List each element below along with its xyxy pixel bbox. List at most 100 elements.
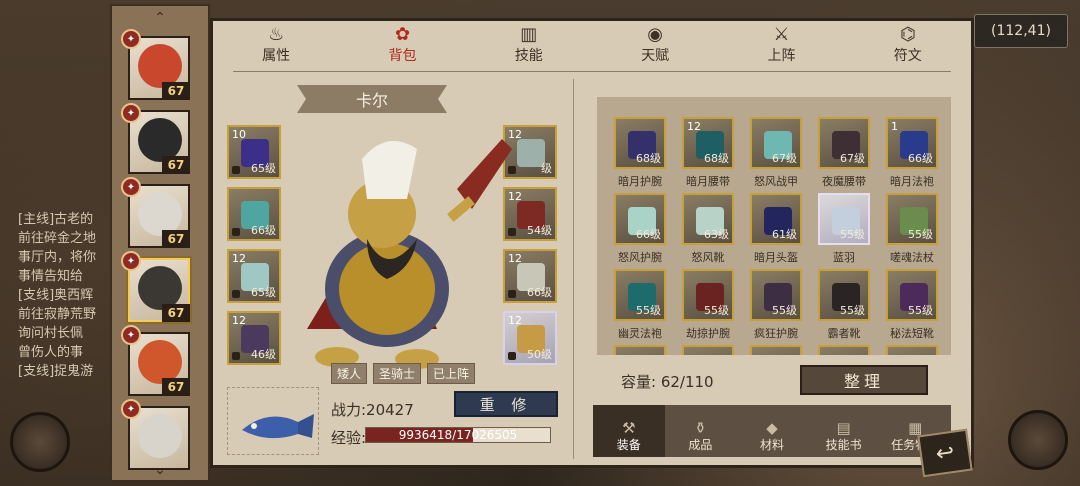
item-level: 55级 bbox=[908, 304, 933, 317]
hero-tags: 矮人 圣骑士 已上阵 bbox=[331, 363, 476, 384]
inventory-item[interactable] bbox=[675, 345, 741, 355]
enhance-count: 10 bbox=[232, 128, 246, 141]
inventory-item[interactable]: 68级 暗月护腕 bbox=[607, 117, 673, 191]
category-tab-potion[interactable]: ⚱ 成品 bbox=[665, 405, 737, 457]
inventory-item[interactable]: 67级 夜魔腰带 bbox=[811, 117, 877, 191]
inventory-item-slot bbox=[886, 345, 938, 355]
tab-crossed-swords[interactable]: ⚔ 上阵 bbox=[718, 21, 844, 71]
hero-tag: 矮人 bbox=[331, 363, 368, 384]
category-label: 装备 bbox=[616, 438, 641, 452]
backpack-icon: ✿ bbox=[394, 24, 411, 45]
item-level: 67级 bbox=[840, 152, 865, 165]
tab-backpack[interactable]: ✿ 背包 bbox=[339, 21, 465, 71]
class-badge-icon: ✦ bbox=[121, 177, 141, 197]
item-name: 暗月腰带 bbox=[686, 175, 730, 188]
crossed-swords-icon: ⚔ bbox=[773, 24, 790, 45]
roster-down-arrow-icon[interactable]: ⌄ bbox=[112, 462, 208, 478]
item-level: 63级 bbox=[704, 228, 729, 241]
hero-roster-card[interactable]: ✦ 67 bbox=[121, 103, 190, 174]
hero-portrait bbox=[307, 139, 512, 369]
item-level: 66级 bbox=[636, 228, 661, 241]
back-button[interactable]: ↩ bbox=[917, 428, 973, 478]
inventory-item-slot bbox=[750, 345, 802, 355]
item-name: 暗月头盔 bbox=[754, 251, 798, 264]
enhance-count: 12 bbox=[232, 314, 246, 327]
class-badge-icon: ✦ bbox=[121, 29, 141, 49]
inventory-item[interactable] bbox=[607, 345, 673, 355]
map-coordinates: (112,41) bbox=[974, 14, 1068, 48]
inventory-item[interactable]: 55级 秘法短靴 bbox=[879, 269, 945, 343]
category-tab-hammer[interactable]: ⚒ 装备 bbox=[593, 405, 665, 457]
inventory-item[interactable]: 55级 蓝羽 bbox=[811, 193, 877, 267]
inventory-item[interactable]: 55级 嗟魂法杖 bbox=[879, 193, 945, 267]
inventory-item-slot: 66级 bbox=[614, 193, 666, 245]
tab-book[interactable]: ▥ 技能 bbox=[466, 21, 592, 71]
category-tab-scroll[interactable]: ▤ 技能书 bbox=[808, 405, 880, 457]
quest-log-line: 事厅内，将你 bbox=[18, 250, 97, 265]
item-level: 55级 bbox=[772, 304, 797, 317]
item-level: 61级 bbox=[772, 228, 797, 241]
item-name: 蓝羽 bbox=[833, 251, 855, 264]
hero-tag: 圣骑士 bbox=[373, 363, 422, 384]
hero-helmet-plume bbox=[362, 141, 417, 199]
inventory-item[interactable] bbox=[879, 345, 945, 355]
tab-label: 技能 bbox=[514, 48, 543, 64]
class-badge-icon: ✦ bbox=[121, 399, 141, 419]
hero-panel: ♨ 属性 ✿ 背包 ▥ 技能 ◉ 天赋 ⚔ 上阵 ⌬ 符文 卡尔 10 65级 66级 12 65级 12 46级… bbox=[210, 18, 974, 468]
quest-log[interactable]: [主线]古老的 前往碎金之地 事厅内，将你 事情告知给 [支线]奥西辉 前往寂静荒野 询问村… bbox=[18, 210, 118, 381]
hero-level: 67 bbox=[162, 378, 190, 396]
hero-roster-card[interactable]: ✦ 67 bbox=[121, 177, 190, 248]
inventory-item-slot: 12 68级 bbox=[682, 117, 734, 169]
pet-slot[interactable] bbox=[227, 387, 319, 455]
hero-roster[interactable]: ⌃ ✦ 67 ✦ 67 ✦ 67 ✦ 67 ✦ 67 ✦ ⌄ bbox=[110, 4, 210, 482]
enhance-count: 12 bbox=[687, 120, 701, 133]
inventory-item[interactable]: 55级 劫掠护腕 bbox=[675, 269, 741, 343]
world-corner-button-left[interactable] bbox=[10, 412, 70, 472]
item-level: 55级 bbox=[704, 304, 729, 317]
hero-roster-card[interactable]: ✦ 67 bbox=[121, 325, 190, 396]
inventory-item[interactable]: 61级暗月头盔 bbox=[743, 193, 809, 267]
inventory-item-slot: 61级 bbox=[750, 193, 802, 245]
category-tab-ore[interactable]: ◆ 材料 bbox=[736, 405, 808, 457]
hero-armor bbox=[339, 243, 435, 335]
item-name: 霸者靴 bbox=[827, 327, 861, 340]
scroll-icon: ▤ bbox=[836, 419, 851, 437]
class-badge-icon: ✦ bbox=[121, 103, 141, 123]
hero-roster-card[interactable]: ✦ bbox=[121, 399, 190, 470]
tab-flame[interactable]: ♨ 属性 bbox=[213, 21, 339, 71]
inventory-item[interactable] bbox=[811, 345, 877, 355]
tab-label: 符文 bbox=[893, 48, 922, 64]
inventory-item[interactable]: 55级 幽灵法袍 bbox=[607, 269, 673, 343]
repair-button[interactable]: 重 修 bbox=[454, 391, 558, 417]
inventory-item-slot bbox=[818, 345, 870, 355]
inventory-item[interactable]: 63级 怒风靴 bbox=[675, 193, 741, 267]
lock-icon bbox=[232, 352, 240, 360]
inventory-item[interactable]: 55级霸者靴 bbox=[811, 269, 877, 343]
inventory-item[interactable]: 55级 疯狂护腕 bbox=[743, 269, 809, 343]
inventory-item[interactable]: 12 68级暗月腰带 bbox=[675, 117, 741, 191]
inventory-item[interactable]: 66级 怒风护腕 bbox=[607, 193, 673, 267]
inventory-item[interactable] bbox=[743, 345, 809, 355]
sort-button[interactable]: 整理 bbox=[800, 365, 928, 395]
enhance-count: 12 bbox=[232, 252, 246, 265]
inventory-grid[interactable]: 68级 暗月护腕 12 68级 暗月腰带 67级 怒风战甲 67级 夜魔腰带 1 66级 暗月法袍 66… bbox=[597, 97, 951, 355]
inventory-item[interactable]: 67级 怒风战甲 bbox=[743, 117, 809, 191]
quest-log-line: [支线]捉鬼游 bbox=[18, 364, 94, 379]
tab-eye[interactable]: ◉ 天赋 bbox=[592, 21, 718, 71]
eye-icon: ◉ bbox=[647, 24, 663, 45]
inventory-item[interactable]: 1 66级 暗月法袍 bbox=[879, 117, 945, 191]
hero-roster-card[interactable]: ✦ 67 bbox=[121, 29, 190, 100]
hero-roster-card[interactable]: ✦ 67 bbox=[121, 251, 190, 322]
tab-rune[interactable]: ⌬ 符文 bbox=[845, 21, 971, 71]
item-level: 55级 bbox=[908, 228, 933, 241]
category-label: 材料 bbox=[759, 438, 784, 452]
quest-log-line: 事情告知给 bbox=[18, 269, 84, 284]
roster-up-arrow-icon[interactable]: ⌃ bbox=[112, 10, 208, 26]
item-level: 55级 bbox=[840, 304, 865, 317]
quest-log-line: [支线]奥西辉 bbox=[18, 288, 94, 303]
enhance-count: 1 bbox=[891, 120, 898, 133]
item-level: 级 bbox=[541, 162, 552, 175]
world-corner-button-right[interactable] bbox=[1008, 410, 1068, 470]
tab-label: 属性 bbox=[262, 48, 291, 64]
quest-log-line: 询问村长佩 bbox=[18, 326, 84, 341]
